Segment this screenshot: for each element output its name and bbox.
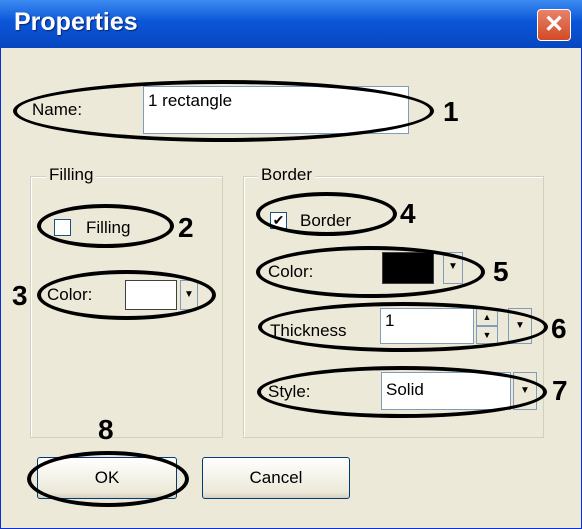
border-legend: Border [258, 165, 316, 185]
callout-oval-5 [256, 246, 485, 298]
callout-oval-4 [256, 192, 397, 236]
callout-number-7: 7 [552, 375, 568, 406]
callout-number-2: 2 [178, 212, 194, 243]
callout-number-4: 4 [400, 198, 416, 229]
callout-oval-1 [13, 80, 434, 142]
close-button[interactable]: ✕ [537, 9, 571, 41]
callout-oval-7 [257, 366, 547, 418]
dialog-title: Properties [14, 8, 138, 36]
callout-number-5: 5 [493, 256, 509, 287]
filling-legend: Filling [46, 165, 97, 185]
callout-number-1: 1 [443, 96, 459, 127]
callout-oval-8 [27, 451, 189, 507]
callout-number-8: 8 [98, 414, 114, 445]
cancel-button[interactable]: Cancel [202, 457, 350, 499]
callout-oval-2 [37, 204, 174, 248]
callout-oval-6 [258, 302, 548, 352]
callout-oval-3 [37, 270, 216, 320]
callout-number-6: 6 [551, 313, 567, 344]
callout-number-3: 3 [12, 280, 28, 311]
